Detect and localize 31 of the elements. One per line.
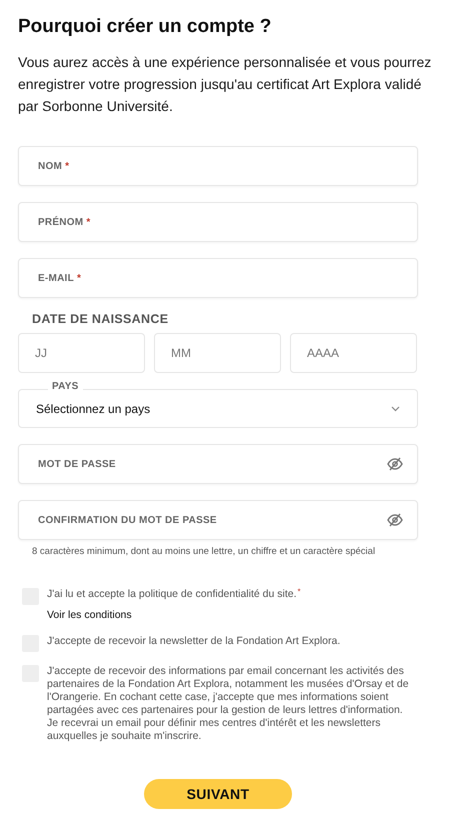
text-input-field[interactable]: PRÉNOM * bbox=[18, 202, 418, 242]
consent-text: J'accepte de recevoir la newsletter de la Fondation Art Explora. bbox=[47, 635, 340, 648]
password-field[interactable]: CONFIRMATION DU MOT DE PASSE bbox=[18, 500, 418, 540]
required-mark: * bbox=[86, 216, 90, 230]
floating-label: PAYS bbox=[48, 381, 83, 393]
intro-paragraph: Vous aurez accès à une expérience personnalisée et vous pourrez enregistrer votre progression jusqu'au certificat Art Explora validé par Sorbonne Université. bbox=[18, 53, 432, 116]
chevron-down-icon bbox=[391, 406, 400, 412]
field-label: NOM bbox=[38, 160, 62, 174]
field-label: PRÉNOM bbox=[38, 215, 84, 230]
text-input-field[interactable]: E-MAIL * bbox=[18, 258, 418, 298]
required-mark: * bbox=[76, 272, 81, 286]
password-hint: 8 caractères minimum, dont au moins une lettre, un chiffre et un caractère spécial bbox=[32, 545, 376, 559]
section-label: DATE DE NAISSANCE bbox=[32, 311, 168, 327]
eye-slash-icon[interactable] bbox=[387, 513, 403, 527]
consent-text: J'accepte de recevoir des informations par email concernant les activités des partenaires de la Fondation Art Explora, notamment les musées d'Orsay et de l'Orangerie. En cochant cette case, j'accepte que mes informations soient partagées avec ces partenaires pour la gestion de leurs lettres d'information. Je recevrai un email pour définir mes centres d'intérêt et les newsletters auxquelles je souhaite m'inscrire. bbox=[47, 665, 410, 743]
field-label: CONFIRMATION DU MOT DE PASSE bbox=[38, 514, 217, 528]
country-select[interactable]: Sélectionnez un pays bbox=[18, 389, 418, 428]
required-mark: * bbox=[298, 588, 301, 596]
conditions-link[interactable]: Voir les conditions bbox=[47, 609, 132, 622]
date-input-field[interactable]: JJ bbox=[18, 333, 145, 373]
text-input-field[interactable]: NOM * bbox=[18, 146, 418, 186]
password-field[interactable]: MOT DE PASSE bbox=[18, 444, 418, 484]
date-input-field[interactable]: MM bbox=[154, 333, 281, 373]
consent-text: J'ai lu et accepte la politique de confidentialité du site. bbox=[47, 588, 296, 601]
field-label: MOT DE PASSE bbox=[38, 458, 116, 472]
next-button[interactable]: SUIVANT bbox=[144, 779, 292, 809]
field-label: E-MAIL bbox=[38, 272, 74, 286]
page-heading: Pourquoi créer un compte ? bbox=[18, 15, 272, 39]
eye-slash-icon[interactable] bbox=[387, 457, 403, 471]
required-mark: * bbox=[65, 160, 69, 174]
date-input-field[interactable]: AAAA bbox=[290, 333, 417, 373]
